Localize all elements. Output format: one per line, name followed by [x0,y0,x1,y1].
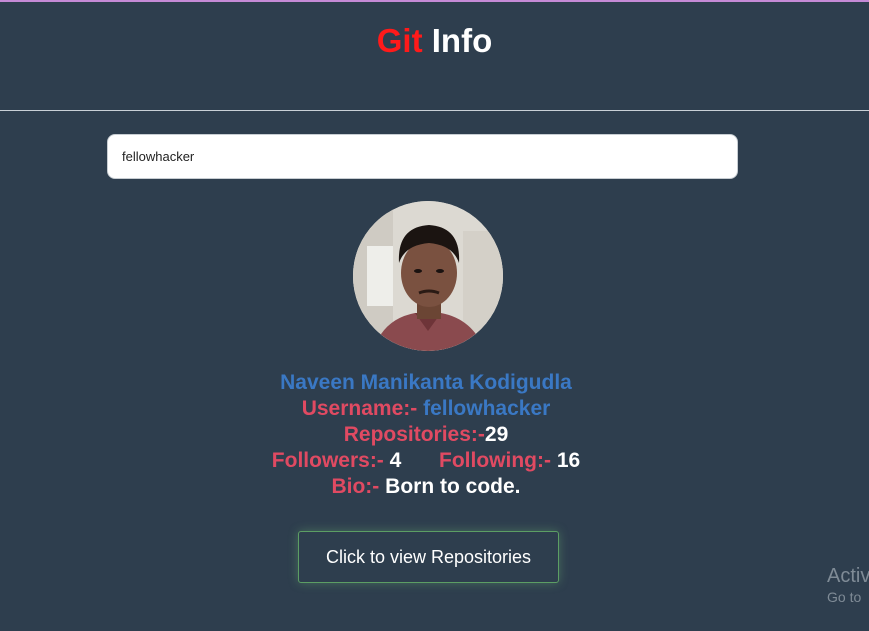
app-title-git: Git [376,22,423,59]
repositories-label: Repositories:- [343,423,485,446]
search-input[interactable] [107,134,738,179]
header: Git Info [0,2,869,111]
username-label: Username:- [301,397,418,420]
app-title-info: Info [431,22,493,59]
follow-stats-row: Followers:- 4 Following:- 16 [0,448,852,474]
username-value: fellowhacker [423,397,551,420]
repositories-row: Repositories:-29 [0,422,852,448]
profile-name: Naveen Manikanta Kodigudla [280,371,572,394]
profile-details: Naveen Manikanta Kodigudla Username:- fe… [0,370,852,500]
watermark-line-2: Go to [827,589,862,605]
username-row: Username:- fellowhacker [0,396,852,422]
search-box [107,134,738,179]
bio-value: Born to code. [385,475,521,498]
profile-name-row: Naveen Manikanta Kodigudla [0,370,852,396]
bio-label: Bio:- [331,475,380,498]
avatar-image [353,201,503,351]
following-value: 16 [556,449,581,472]
avatar [353,201,503,351]
view-repositories-button[interactable]: Click to view Repositories [298,531,559,583]
bio-row: Bio:- Born to code. [0,474,852,500]
watermark-line-1: Activ [827,565,869,587]
followers-label: Followers:- [271,449,384,472]
followers-value: 4 [389,449,402,472]
repositories-value: 29 [484,423,509,446]
activate-windows-watermark: Activ Go to [827,564,869,606]
app-title: Git Info [377,22,492,60]
page: Git Info Naveen [0,0,869,631]
following-label: Following:- [439,449,551,472]
